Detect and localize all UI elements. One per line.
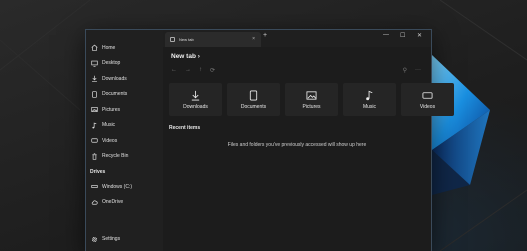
file-explorer-window: Home Desktop Downloads Documents Picture… bbox=[85, 29, 454, 251]
tile-label: Documents bbox=[240, 103, 267, 110]
download-icon bbox=[191, 90, 200, 100]
gear-icon bbox=[90, 235, 98, 243]
settings-button[interactable]: Settings bbox=[86, 232, 163, 248]
tile-videos[interactable]: Videos bbox=[401, 83, 454, 116]
title-bar: New tab × + — ☐ ✕ bbox=[163, 30, 431, 47]
sidebar-item-downloads[interactable]: Downloads bbox=[86, 71, 163, 87]
main-area: New tab × + — ☐ ✕ New tab › ← → ↑ ⟳ ⚲ ··… bbox=[163, 30, 454, 251]
tile-label: Music bbox=[362, 103, 377, 110]
tile-label: Pictures bbox=[302, 103, 321, 110]
content-pane: New tab › ← → ↑ ⟳ ⚲ ··· Downloads Docume… bbox=[163, 47, 454, 251]
minimize-button[interactable]: — bbox=[383, 32, 389, 38]
navigation-pane: Home Desktop Downloads Documents Picture… bbox=[86, 30, 163, 251]
maximize-button[interactable]: ☐ bbox=[400, 32, 405, 39]
recycle-bin-icon bbox=[90, 152, 98, 160]
sidebar-item-desktop[interactable]: Desktop bbox=[86, 56, 163, 72]
settings-label: Settings bbox=[102, 236, 121, 243]
up-button[interactable]: ↑ bbox=[199, 67, 202, 74]
music-icon bbox=[90, 121, 98, 129]
recent-items-heading: Recent items bbox=[169, 125, 201, 131]
drives-heading: Drives bbox=[90, 168, 106, 175]
tile-label: Videos bbox=[419, 103, 436, 110]
cloud-icon bbox=[90, 198, 98, 206]
video-icon bbox=[422, 91, 433, 99]
sidebar-item-label: Home bbox=[102, 44, 116, 51]
download-icon bbox=[90, 75, 98, 83]
video-icon bbox=[90, 137, 98, 145]
sidebar-item-label: Videos bbox=[102, 137, 118, 144]
sidebar-item-label: Desktop bbox=[102, 60, 121, 67]
desktop-icon bbox=[90, 59, 98, 67]
forward-button[interactable]: → bbox=[185, 67, 191, 74]
close-window-button[interactable]: ✕ bbox=[417, 32, 422, 39]
sidebar-item-music[interactable]: Music bbox=[86, 118, 163, 134]
toolbar-right: ⚲ ··· bbox=[403, 67, 421, 74]
empty-state-message: Files and folders you've previously acce… bbox=[227, 142, 367, 148]
breadcrumb[interactable]: New tab › bbox=[171, 53, 200, 60]
tab-icon bbox=[170, 37, 175, 42]
sidebar-item-pictures[interactable]: Pictures bbox=[86, 102, 163, 118]
tile-music[interactable]: Music bbox=[343, 83, 396, 116]
navigation-buttons: ← → ↑ ⟳ bbox=[171, 67, 215, 74]
new-tab-button[interactable]: + bbox=[263, 32, 267, 39]
sidebar-item-recycle-bin[interactable]: Recycle Bin bbox=[86, 149, 163, 165]
sidebar-item-onedrive[interactable]: OneDrive bbox=[86, 195, 163, 211]
tile-pictures[interactable]: Pictures bbox=[285, 83, 338, 116]
search-button[interactable]: ⚲ bbox=[403, 67, 407, 74]
quick-access-tiles: Downloads Documents Pictures Music Video… bbox=[169, 83, 454, 116]
tile-label: Downloads bbox=[183, 103, 208, 110]
sidebar-item-label: OneDrive bbox=[102, 199, 124, 206]
more-button[interactable]: ··· bbox=[415, 67, 421, 74]
document-icon bbox=[249, 90, 258, 100]
tile-documents[interactable]: Documents bbox=[227, 83, 280, 116]
sidebar-item-label: Windows (C:) bbox=[102, 183, 133, 190]
home-icon bbox=[90, 44, 98, 52]
sidebar-item-windows-c[interactable]: Windows (C:) bbox=[86, 179, 163, 195]
music-icon bbox=[366, 90, 373, 100]
refresh-button[interactable]: ⟳ bbox=[210, 67, 215, 74]
tab-label: New tab bbox=[179, 37, 194, 42]
picture-icon bbox=[306, 90, 317, 100]
tab-close-button[interactable]: × bbox=[252, 36, 255, 42]
document-icon bbox=[90, 90, 98, 98]
sidebar-item-label: Documents bbox=[102, 91, 128, 98]
tile-downloads[interactable]: Downloads bbox=[169, 83, 222, 116]
picture-icon bbox=[90, 106, 98, 114]
sidebar-item-label: Downloads bbox=[102, 75, 127, 82]
back-button[interactable]: ← bbox=[171, 67, 177, 74]
sidebar-item-label: Recycle Bin bbox=[102, 153, 129, 160]
sidebar-item-home[interactable]: Home bbox=[86, 40, 163, 56]
sidebar-item-documents[interactable]: Documents bbox=[86, 87, 163, 103]
sidebar-item-label: Pictures bbox=[102, 106, 121, 113]
drive-icon bbox=[90, 183, 98, 191]
sidebar-item-videos[interactable]: Videos bbox=[86, 133, 163, 149]
tab-new-tab[interactable]: New tab × bbox=[165, 32, 261, 47]
sidebar-item-label: Music bbox=[102, 122, 116, 129]
